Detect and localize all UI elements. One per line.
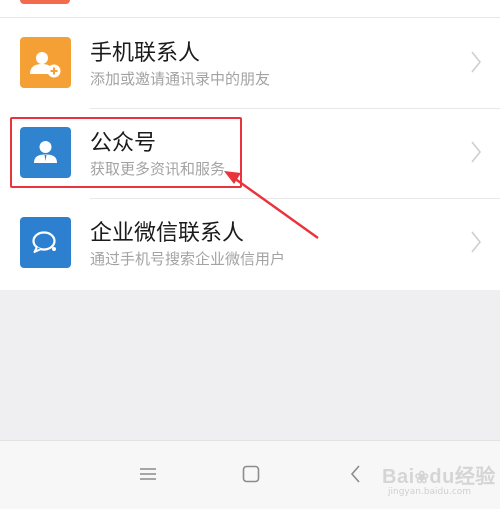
back-icon[interactable] <box>345 463 367 485</box>
home-icon[interactable] <box>240 463 262 485</box>
watermark-text: Bai❀du经验 <box>382 466 496 488</box>
annotation-arrow <box>224 171 319 239</box>
menu-icon[interactable] <box>137 463 159 485</box>
watermark-url: jingyan.baidu.com <box>388 487 472 497</box>
baidu-jingyan-watermark: Bai❀du经验 jingyan.baidu.com <box>380 452 498 508</box>
